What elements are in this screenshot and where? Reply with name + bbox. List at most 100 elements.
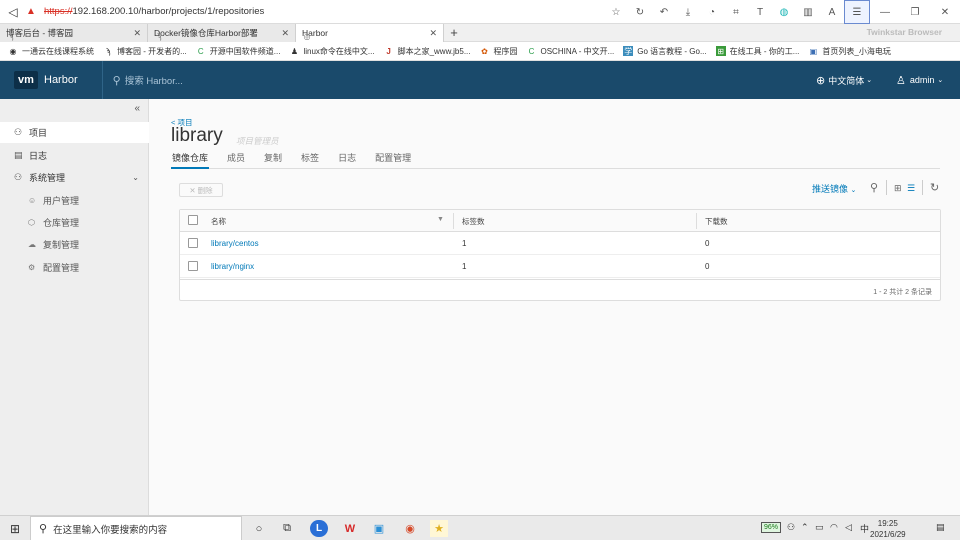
menu-icon[interactable]: ☰ xyxy=(844,0,870,24)
people-icon[interactable]: ⚇ xyxy=(787,522,795,533)
bookmark-item[interactable]: ◉ 一通云在线课程系统 xyxy=(8,46,95,57)
app-spiral-icon[interactable]: ◉ xyxy=(401,520,419,537)
tab-close-icon[interactable]: ✕ xyxy=(133,28,141,39)
restore-icon[interactable]: ❐ xyxy=(900,0,930,24)
extension-icon[interactable]: ◔ xyxy=(700,0,724,24)
tab-labels[interactable]: 标签 xyxy=(300,151,320,169)
ime-indicator[interactable]: 中 xyxy=(860,522,869,535)
taskbar-search[interactable]: ⚲ 在这里输入你要搜索的内容 xyxy=(30,516,242,540)
bookmark-item[interactable]: 学 Go 语言教程 - Go... xyxy=(623,46,707,57)
security-warning-icon[interactable]: ▲ xyxy=(26,6,40,17)
select-all-checkbox[interactable] xyxy=(188,215,198,225)
search-icon[interactable]: ⚲ xyxy=(870,181,878,194)
vmware-logo[interactable]: vm xyxy=(14,71,38,89)
sidebar-item-users[interactable]: ☺ 用户管理 xyxy=(0,190,149,210)
bookmark-item[interactable]: J 脚本之家_www.jb5... xyxy=(384,46,471,57)
chevron-down-icon: ⌄ xyxy=(850,187,857,194)
repository-name-link[interactable]: library/centos xyxy=(211,239,259,248)
app-name[interactable]: Harbor xyxy=(44,74,78,86)
sidebar-item-logs[interactable]: ▤ 日志 xyxy=(0,145,149,166)
url-field[interactable]: https://192.168.200.10/harbor/projects/1… xyxy=(44,6,264,17)
star-icon[interactable]: ☆ xyxy=(604,0,628,24)
system-clock[interactable]: 19:25 2021/6/29 xyxy=(870,518,906,540)
sidebar-item-registries[interactable]: ⬡ 仓库管理 xyxy=(0,212,149,232)
collapse-sidebar-icon[interactable]: « xyxy=(134,103,140,114)
url-path: 192.168.200.10/harbor/projects/1/reposit… xyxy=(72,6,265,17)
sidebar-item-replications[interactable]: ☁ 复制管理 xyxy=(0,234,149,254)
bookmark-item[interactable]: C OSCHINA - 中文开... xyxy=(526,46,615,57)
project-role: 项目管理员 xyxy=(236,136,279,146)
windows-start-icon[interactable]: ⊞ xyxy=(10,522,20,536)
language-selector[interactable]: ⊕ 中文简体 ⌄ xyxy=(816,61,872,99)
row-checkbox[interactable] xyxy=(188,238,198,248)
wifi-icon[interactable]: ◠ xyxy=(830,522,838,533)
back-arrow-icon[interactable]: ◁ xyxy=(0,5,26,19)
tab-repositories[interactable]: 镜像仓库 xyxy=(171,151,210,169)
tab-label: Docker镜像仓库Harbor部署 xyxy=(154,28,258,38)
sidebar-item-projects[interactable]: ⚇ 项目 xyxy=(0,122,149,143)
column-name[interactable]: 名称 xyxy=(211,216,226,227)
repository-name-link[interactable]: library/nginx xyxy=(211,262,254,271)
filter-icon[interactable]: ▼ xyxy=(437,216,444,223)
tab-logs[interactable]: 日志 xyxy=(337,151,357,169)
tool-icon: ⊞ xyxy=(715,46,726,56)
twinkstar-icon[interactable]: ★ xyxy=(430,520,448,537)
bookmark-item[interactable]: C 开源中国软件频道... xyxy=(196,46,281,57)
close-window-icon[interactable]: ✕ xyxy=(930,0,960,24)
cortana-icon[interactable]: ○ xyxy=(250,520,268,537)
column-pulls[interactable]: 下载数 xyxy=(705,216,728,227)
table-row[interactable]: library/nginx 1 0 xyxy=(180,255,940,278)
bookmark-item[interactable]: ✿ 程序园 xyxy=(479,46,517,57)
wps-icon[interactable]: W xyxy=(341,520,359,537)
bookmark-item[interactable]: ϡ 博客园 - 开发者的... xyxy=(103,46,187,57)
notification-icon[interactable]: ▤ xyxy=(936,522,945,533)
bookmark-label: linux命令在线中文... xyxy=(303,46,375,56)
bookmark-item[interactable]: ⊞ 在线工具 - 你的工... xyxy=(715,46,799,57)
battery-indicator[interactable]: 96% xyxy=(761,522,782,533)
users-icon: ☺ xyxy=(28,195,37,205)
browser-tab[interactable]: ϡ 博客后台 - 博客园 ✕ xyxy=(0,24,148,42)
card-view-icon[interactable]: ⊞ xyxy=(894,183,902,194)
browser-tab[interactable]: ϡ Docker镜像仓库Harbor部署 ✕ xyxy=(148,24,296,42)
volume-icon[interactable]: ◁ xyxy=(845,522,852,533)
bookmark-item[interactable]: ▣ 首页列表_小海电玩 xyxy=(808,46,891,57)
undo-icon[interactable]: ↶ xyxy=(652,0,676,24)
tray-expand-icon[interactable]: ⌃ xyxy=(801,522,809,533)
harbor-header: vm Harbor ⚲ 搜索 Harbor... ⊕ 中文简体 ⌄ ♙ admi… xyxy=(0,61,960,99)
ext-teal-icon[interactable]: ◍ xyxy=(772,0,796,24)
table-row[interactable]: library/centos 1 0 xyxy=(180,232,940,255)
oschina-icon: C xyxy=(197,46,204,56)
app-l-icon[interactable]: L xyxy=(310,520,328,537)
cnblogs-icon: ϡ xyxy=(105,46,111,56)
browser-tab-active[interactable]: ◎ Harbor ✕ xyxy=(296,24,444,42)
tab-members[interactable]: 成员 xyxy=(226,151,246,169)
download-icon[interactable]: ⤓ xyxy=(676,0,700,24)
tab-replication[interactable]: 复制 xyxy=(263,151,283,169)
list-view-icon[interactable]: ☰ xyxy=(907,183,915,194)
delete-button[interactable]: ✕ 删除 xyxy=(179,183,223,197)
sidebar-item-configuration[interactable]: ⚙ 配置管理 xyxy=(0,257,149,277)
translate-icon[interactable]: T xyxy=(748,0,772,24)
bookmark-label: 脚本之家_www.jb5... xyxy=(397,46,471,56)
new-tab-icon[interactable]: + xyxy=(444,24,464,41)
minimize-icon[interactable]: — xyxy=(870,0,900,24)
column-tags[interactable]: 标签数 xyxy=(462,216,485,227)
refresh-icon[interactable]: ↻ xyxy=(930,181,939,194)
bookmark-item[interactable]: ♟ linux命令在线中文... xyxy=(289,46,375,57)
battery-icon[interactable]: ▭ xyxy=(815,522,824,533)
tab-close-icon[interactable]: ✕ xyxy=(281,28,289,39)
refresh-icon[interactable]: ↻ xyxy=(628,0,652,24)
user-menu[interactable]: ♙ admin ⌄ xyxy=(896,61,943,99)
table-header: 名称 ▼ 标签数 下载数 xyxy=(180,210,940,232)
sidebar-item-administration[interactable]: ⚇ 系统管理 ⌄ xyxy=(0,167,149,188)
row-checkbox[interactable] xyxy=(188,261,198,271)
global-search[interactable]: ⚲ 搜索 Harbor... xyxy=(113,73,183,88)
tab-close-icon[interactable]: ✕ xyxy=(429,28,437,39)
app-box-icon[interactable]: ▣ xyxy=(370,520,388,537)
font-icon[interactable]: A xyxy=(820,0,844,24)
tab-configuration[interactable]: 配置管理 xyxy=(374,151,412,169)
reader-icon[interactable]: ▥ xyxy=(796,0,820,24)
push-image-button[interactable]: 推送镜像 ⌄ xyxy=(812,182,856,195)
task-view-icon[interactable]: ⧉ xyxy=(278,520,296,537)
crop-icon[interactable]: ⌗ xyxy=(724,0,748,24)
